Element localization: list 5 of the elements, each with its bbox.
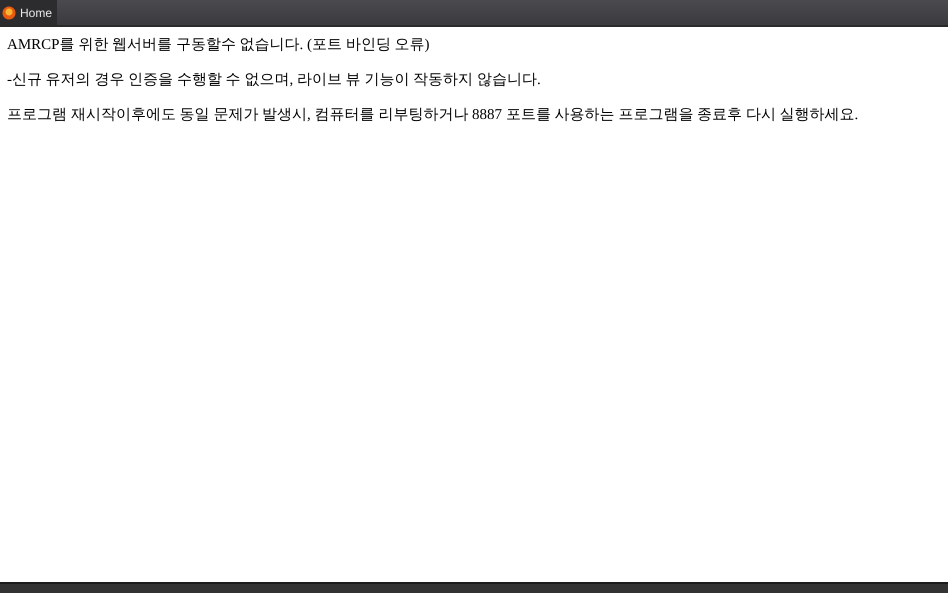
message-text: -신규 유저의 경우 인증을 수행할 수 없으며, 라이브 뷰 기능이 작동하지 않습니다. xyxy=(7,71,542,90)
message-text: 프로그램 재시작이후에도 동일 문제가 발생시, 컴퓨터를 리부팅하거나 8887 포트를 사용하는 프로그램을 종료후 다시 실행하세요. xyxy=(7,106,860,125)
message-text: AMRCP를 위한 웹서버를 구동할수 없습니다. (포트 바인딩 오류) xyxy=(7,36,431,55)
home-tab[interactable]: Home xyxy=(0,0,58,25)
app-icon xyxy=(2,6,16,20)
